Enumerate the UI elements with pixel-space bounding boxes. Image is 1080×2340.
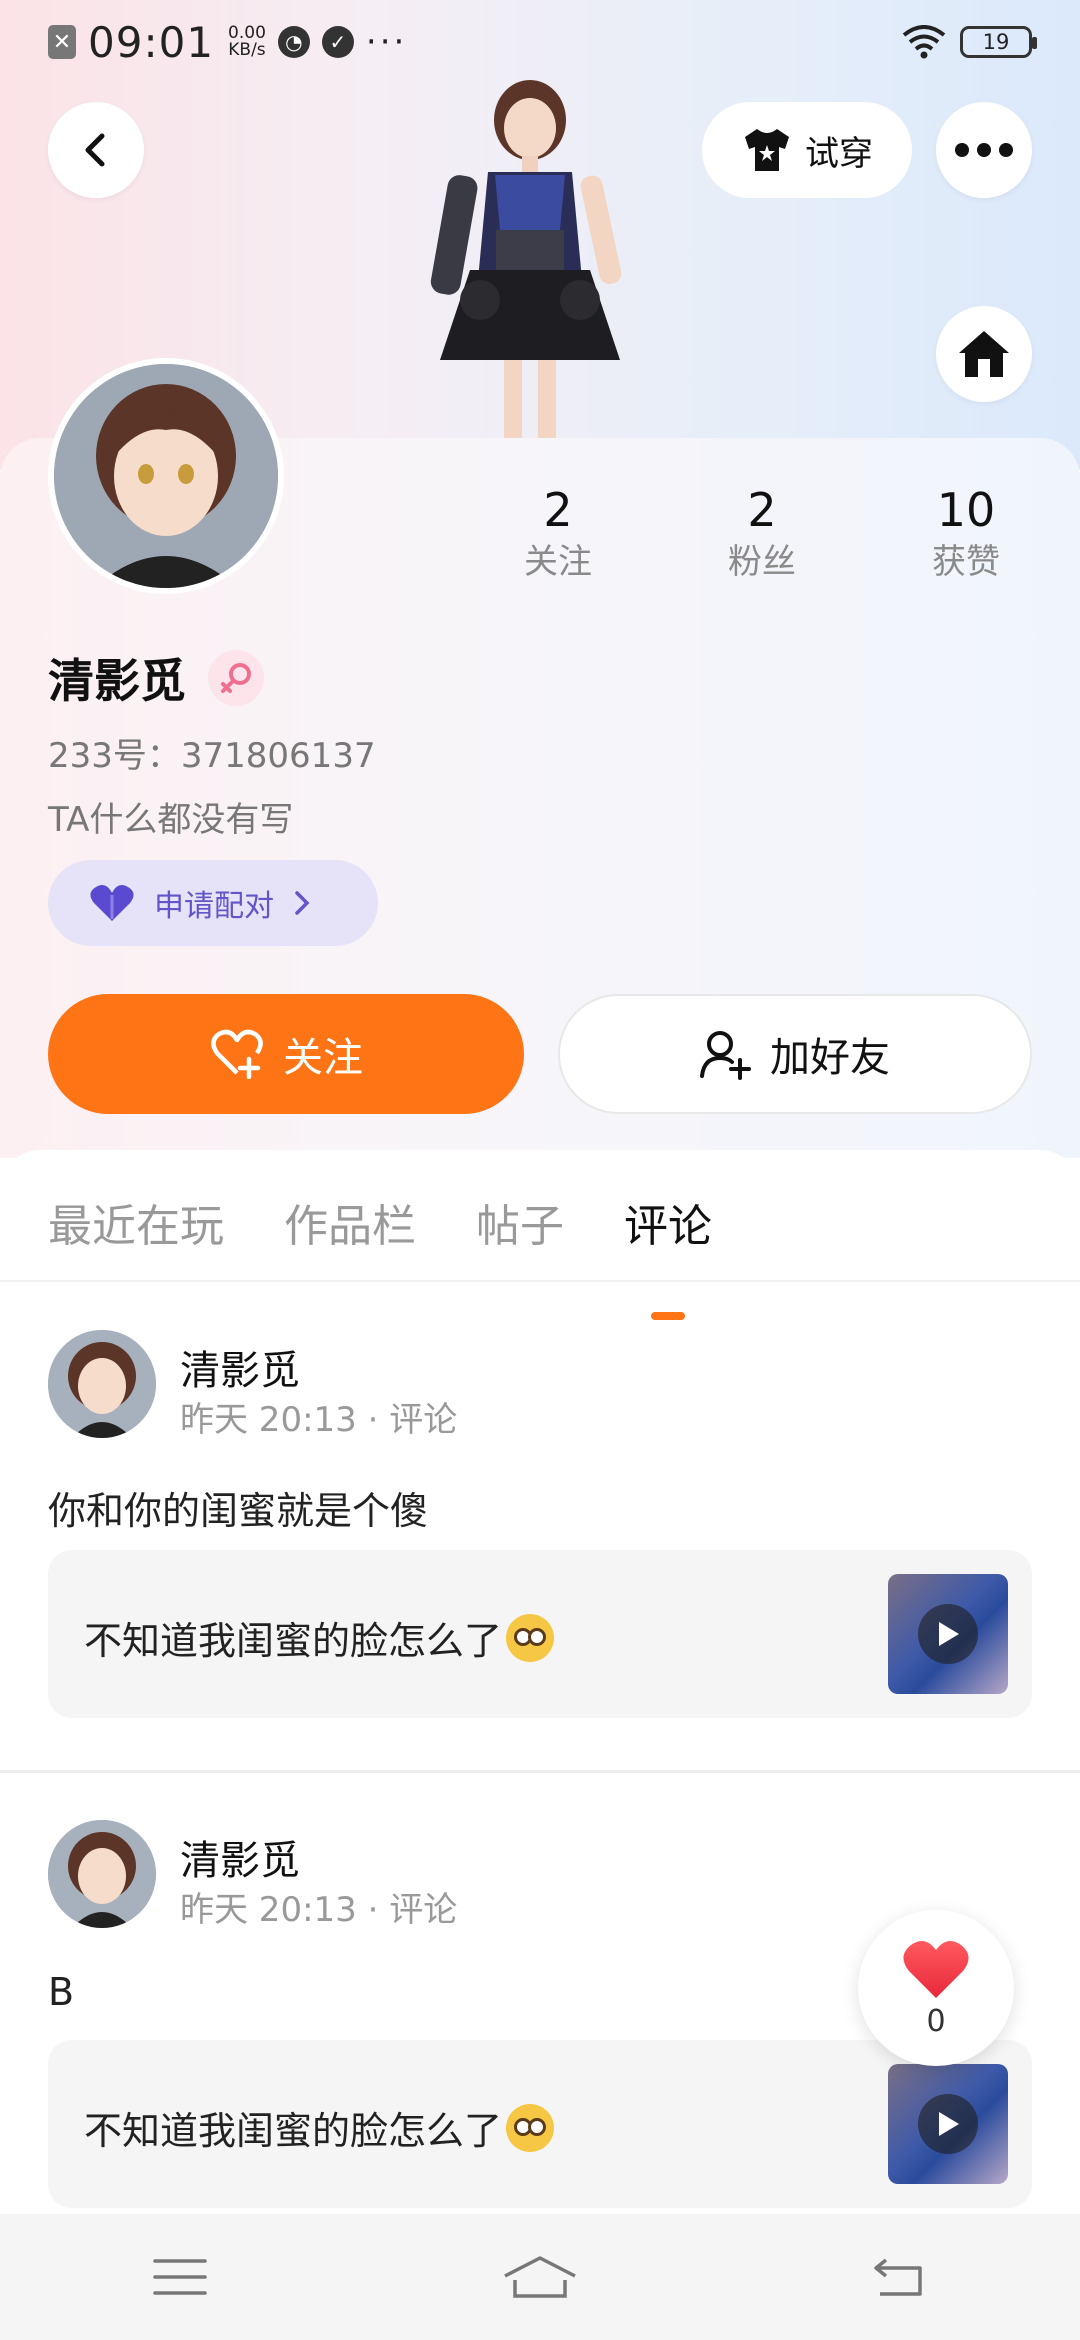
comment-text: 你和你的闺蜜就是个傻 [48, 1489, 429, 1533]
home-button[interactable] [936, 306, 1032, 402]
comment-author-name[interactable]: 清影觅 [180, 1828, 300, 1886]
user-id: 233号：371806137 [48, 736, 376, 776]
character-model [430, 80, 622, 440]
heart-plus-icon [211, 1029, 263, 1079]
status-bar: ✕ 09:01 0.00 KB/s ◔ ✓ ··· 19 [0, 0, 1080, 84]
try-on-button[interactable]: 试穿 [702, 102, 912, 198]
comment-meta: 昨天 20:13 · 评论 [180, 1400, 458, 1440]
tab-bar: 最近在玩 作品栏 帖子 评论 [48, 1190, 712, 1320]
quoted-post-text: 不知道我闺蜜的脸怎么了 [84, 2109, 503, 2153]
comment-text: B [48, 1970, 75, 2014]
more-options-button[interactable] [936, 102, 1032, 198]
add-friend-button[interactable]: 加好友 [558, 994, 1032, 1114]
tab-works[interactable]: 作品栏 [284, 1190, 416, 1270]
system-navigation-bar [0, 2214, 1080, 2340]
comment-meta: 昨天 20:13 · 评论 [180, 1890, 458, 1930]
back-button[interactable] [48, 102, 144, 198]
profile-avatar[interactable] [48, 358, 284, 594]
video-thumbnail[interactable] [888, 2064, 1008, 2184]
add-user-icon [700, 1031, 751, 1080]
menu-button[interactable] [120, 2237, 240, 2317]
tab-comments[interactable]: 评论 [624, 1190, 712, 1320]
check-icon: ✓ [321, 26, 354, 58]
chevron-right-icon [295, 891, 310, 915]
request-pairing-button[interactable]: 申请配对 [48, 860, 378, 946]
comment-author-name[interactable]: 清影觅 [180, 1338, 300, 1396]
video-thumbnail[interactable] [888, 1574, 1008, 1694]
avatar-image [54, 364, 278, 588]
back-arrow-icon [874, 2258, 922, 2296]
profile-name: 清影觅 [48, 654, 186, 708]
active-tab-indicator [651, 1312, 685, 1320]
stat-followers[interactable]: 2 粉丝 [682, 480, 842, 584]
more-notifications-icon: ··· [365, 22, 408, 62]
follow-button[interactable]: 关注 [48, 994, 524, 1114]
flushed-face-emoji-icon [506, 1613, 555, 1662]
play-icon [918, 1604, 978, 1664]
like-count: 0 [926, 2003, 946, 2039]
flushed-face-emoji-icon [506, 2103, 555, 2152]
try-on-label: 试穿 [805, 133, 873, 174]
heart-pair-icon [90, 885, 134, 921]
name-row: 清影觅 [48, 645, 264, 711]
stat-following[interactable]: 2 关注 [478, 480, 638, 584]
heart-icon [903, 1940, 969, 1998]
home-outline-icon [504, 2256, 576, 2298]
more-horizontal-icon [955, 143, 1013, 157]
follow-label: 关注 [283, 1035, 363, 1081]
battery-indicator: 19 [960, 26, 1037, 58]
clock: 09:01 [88, 17, 215, 67]
tab-divider [0, 1280, 1080, 1282]
female-icon [208, 650, 264, 706]
stat-likes[interactable]: 10 获赞 [886, 480, 1046, 584]
add-friend-label: 加好友 [770, 1035, 890, 1081]
like-button[interactable]: 0 [858, 1910, 1014, 2066]
comment-author-avatar[interactable] [48, 1820, 156, 1928]
menu-icon [153, 2259, 207, 2295]
quoted-post[interactable]: 不知道我闺蜜的脸怎么了 [48, 1550, 1032, 1718]
back-nav-button[interactable] [840, 2237, 960, 2317]
tab-posts[interactable]: 帖子 [476, 1190, 564, 1270]
comment-separator [0, 1770, 1080, 1773]
notification-icon: ✕ [48, 25, 76, 59]
speedometer-icon: ◔ [277, 26, 310, 58]
shirt-icon [745, 129, 789, 171]
comment-author-avatar[interactable] [48, 1330, 156, 1438]
quoted-post-text: 不知道我闺蜜的脸怎么了 [84, 1619, 503, 1663]
user-bio: TA什么都没有写 [48, 800, 294, 840]
tab-recently-played[interactable]: 最近在玩 [48, 1190, 224, 1270]
home-icon [959, 331, 1009, 377]
wifi-icon [902, 25, 946, 59]
play-icon [918, 2094, 978, 2154]
network-speed: 0.00 KB/s [228, 23, 266, 60]
quoted-post[interactable]: 不知道我闺蜜的脸怎么了 [48, 2040, 1032, 2208]
request-pairing-label: 申请配对 [154, 889, 274, 924]
home-nav-button[interactable] [480, 2237, 600, 2317]
chevron-left-icon [85, 133, 105, 167]
